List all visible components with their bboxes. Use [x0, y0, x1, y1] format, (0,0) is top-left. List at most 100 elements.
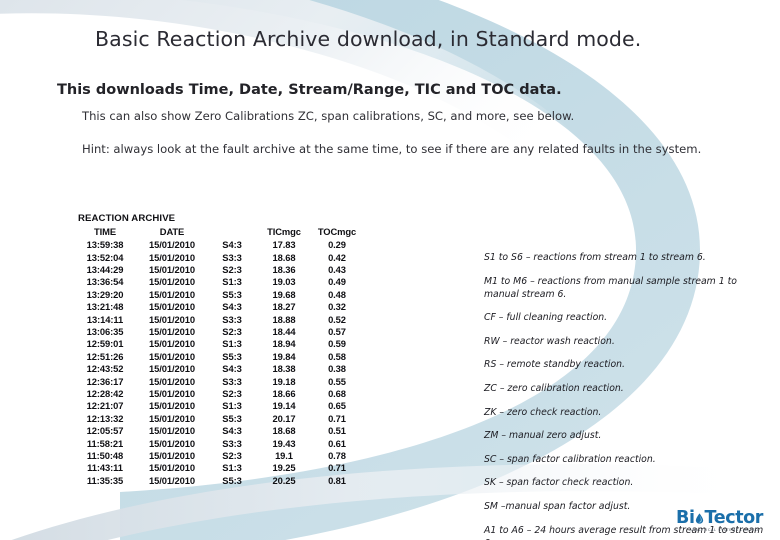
cell-date: 15/01/2010: [149, 276, 195, 288]
cell-date: 15/01/2010: [149, 449, 195, 461]
table-row: 12:21:07 15/01/2010 S1:3 19.14 0.65: [74, 400, 362, 412]
cell-date: 15/01/2010: [149, 264, 195, 276]
cell-time: 13:52:04: [86, 251, 124, 263]
cell-time: 13:06:35: [86, 326, 124, 338]
cell-time: 11:58:21: [86, 437, 124, 449]
cell-toc: 0.32: [328, 301, 346, 313]
legend-item: S1 to S6 – reactions from stream 1 to st…: [484, 252, 706, 263]
cell-time: 12:36:17: [86, 375, 124, 387]
table-header-row: TIME DATE TICmgc TOCmgc: [74, 226, 362, 239]
cell-tic: 18.36: [272, 264, 296, 276]
cell-tic: 20.17: [272, 412, 296, 424]
cell-time: 12:13:32: [86, 412, 124, 424]
cell-tic: 18.38: [272, 363, 296, 375]
cell-stream: S5:3: [222, 350, 242, 362]
table-row: 11:50:48 15/01/2010 S2:3 19.1 0.78: [74, 450, 362, 462]
logo-text-after: Tector: [704, 508, 764, 528]
cell-time: 12:21:07: [86, 400, 124, 412]
reaction-archive-table: REACTION ARCHIVE TIME DATE TICmgc TOCmgc…: [74, 213, 374, 487]
cell-date: 15/01/2010: [149, 375, 195, 387]
cell-time: 12:59:01: [86, 338, 124, 350]
archive-grid: TIME DATE TICmgc TOCmgc 13:59:38 15/01/20…: [74, 226, 362, 487]
logo-text-before: Bi: [676, 508, 695, 528]
column-header-date: DATE: [159, 226, 185, 237]
cell-tic: 18.68: [272, 251, 296, 263]
cell-tic: 19.25: [272, 462, 296, 474]
cell-date: 15/01/2010: [149, 400, 195, 412]
cell-date: 15/01/2010: [149, 313, 195, 325]
cell-stream: S3:3: [222, 375, 242, 387]
cell-toc: 0.38: [328, 363, 346, 375]
cell-time: 13:44:29: [86, 264, 124, 276]
cell-stream: S2:3: [222, 264, 242, 276]
table-row: 13:21:48 15/01/2010 S4:3 18.27 0.32: [74, 301, 362, 313]
cell-toc: 0.71: [328, 412, 346, 424]
table-row: 12:36:17 15/01/2010 S3:3 19.18 0.55: [74, 376, 362, 388]
column-header-time: TIME: [94, 226, 116, 237]
legend-item: SC – span factor calibration reaction.: [484, 453, 656, 465]
table-row: 13:52:04 15/01/2010 S3:3 18.68 0.42: [74, 252, 362, 264]
cell-time: 12:28:42: [86, 387, 124, 399]
table-row: 11:43:11 15/01/2010 S1:3 19.25 0.71: [74, 462, 362, 474]
table-row: 13:36:54 15/01/2010 S1:3 19.03 0.49: [74, 276, 362, 288]
cell-tic: 18.68: [272, 425, 296, 437]
cell-date: 15/01/2010: [149, 350, 195, 362]
cell-toc: 0.59: [328, 338, 346, 350]
cell-time: 13:59:38: [86, 239, 124, 251]
legend-item: ZM – manual zero adjust.: [484, 430, 602, 442]
cell-time: 13:14:11: [86, 313, 124, 325]
column-header-stream: [208, 226, 256, 239]
table-row: 13:59:38 15/01/2010 S4:3 17.83 0.29: [74, 239, 362, 251]
cell-stream: S1:3: [222, 338, 242, 350]
cell-toc: 0.78: [328, 449, 346, 461]
cell-stream: S1:3: [222, 276, 242, 288]
cell-stream: S4:3: [222, 239, 242, 251]
cell-tic: 20.25: [272, 474, 296, 486]
water-drop-icon: [695, 510, 704, 524]
logo-wordmark: Bi Tector: [676, 509, 772, 527]
archive-caption: REACTION ARCHIVE: [78, 213, 176, 224]
legend-item: M1 to M6 – reactions from manual sample …: [484, 275, 737, 300]
table-row: 12:51:26 15/01/2010 S5:3 19.84 0.58: [74, 351, 362, 363]
legend-item: CF – full cleaning reaction.: [484, 312, 608, 324]
archive-body: 13:59:38 15/01/2010 S4:3 17.83 0.29 13:52:04 1…: [74, 239, 362, 487]
cell-tic: 19.43: [272, 437, 296, 449]
cell-tic: 18.94: [272, 338, 296, 350]
legend-item: SK – span factor check reaction.: [484, 477, 634, 489]
cell-date: 15/01/2010: [149, 251, 195, 263]
slide-title: Basic Reaction Archive download, in Stan…: [95, 27, 642, 51]
cell-tic: 19.1: [275, 449, 293, 461]
cell-tic: 19.68: [272, 288, 296, 300]
slide-canvas: Basic Reaction Archive download, in Stan…: [0, 0, 780, 540]
cell-toc: 0.52: [328, 313, 346, 325]
cell-date: 15/01/2010: [149, 387, 195, 399]
cell-tic: 19.18: [272, 375, 296, 387]
cell-stream: S4:3: [222, 425, 242, 437]
cell-toc: 0.49: [328, 276, 346, 288]
cell-toc: 0.43: [328, 264, 346, 276]
cell-stream: S5:3: [222, 412, 242, 424]
column-header-toc: TOCmgc: [317, 226, 357, 237]
table-row: 12:13:32 15/01/2010 S5:3 20.17 0.71: [74, 413, 362, 425]
cell-tic: 19.14: [272, 400, 296, 412]
cell-tic: 17.83: [272, 239, 296, 251]
table-row: 11:58:21 15/01/2010 S3:3 19.43 0.61: [74, 438, 362, 450]
cell-date: 15/01/2010: [149, 425, 195, 437]
cell-toc: 0.48: [328, 288, 346, 300]
cell-tic: 19.84: [272, 350, 296, 362]
table-row: 11:35:35 15/01/2010 S5:3 20.25 0.81: [74, 475, 362, 487]
cell-date: 15/01/2010: [149, 326, 195, 338]
table-row: 12:05:57 15/01/2010 S4:3 18.68 0.51: [74, 425, 362, 437]
cell-toc: 0.61: [328, 437, 346, 449]
cell-tic: 18.27: [272, 301, 296, 313]
cell-time: 12:51:26: [86, 350, 124, 362]
cell-stream: S3:3: [222, 313, 242, 325]
cell-date: 15/01/2010: [149, 288, 195, 300]
code-legend: S1 to S6 – reactions from stream 1 to st…: [484, 251, 774, 540]
cell-stream: S2:3: [222, 326, 242, 338]
cell-toc: 0.55: [328, 375, 346, 387]
legend-item: RW – reactor wash reaction.: [484, 335, 615, 347]
cell-stream: S2:3: [222, 449, 242, 461]
cell-time: 11:35:35: [86, 474, 124, 486]
cell-date: 15/01/2010: [149, 338, 195, 350]
